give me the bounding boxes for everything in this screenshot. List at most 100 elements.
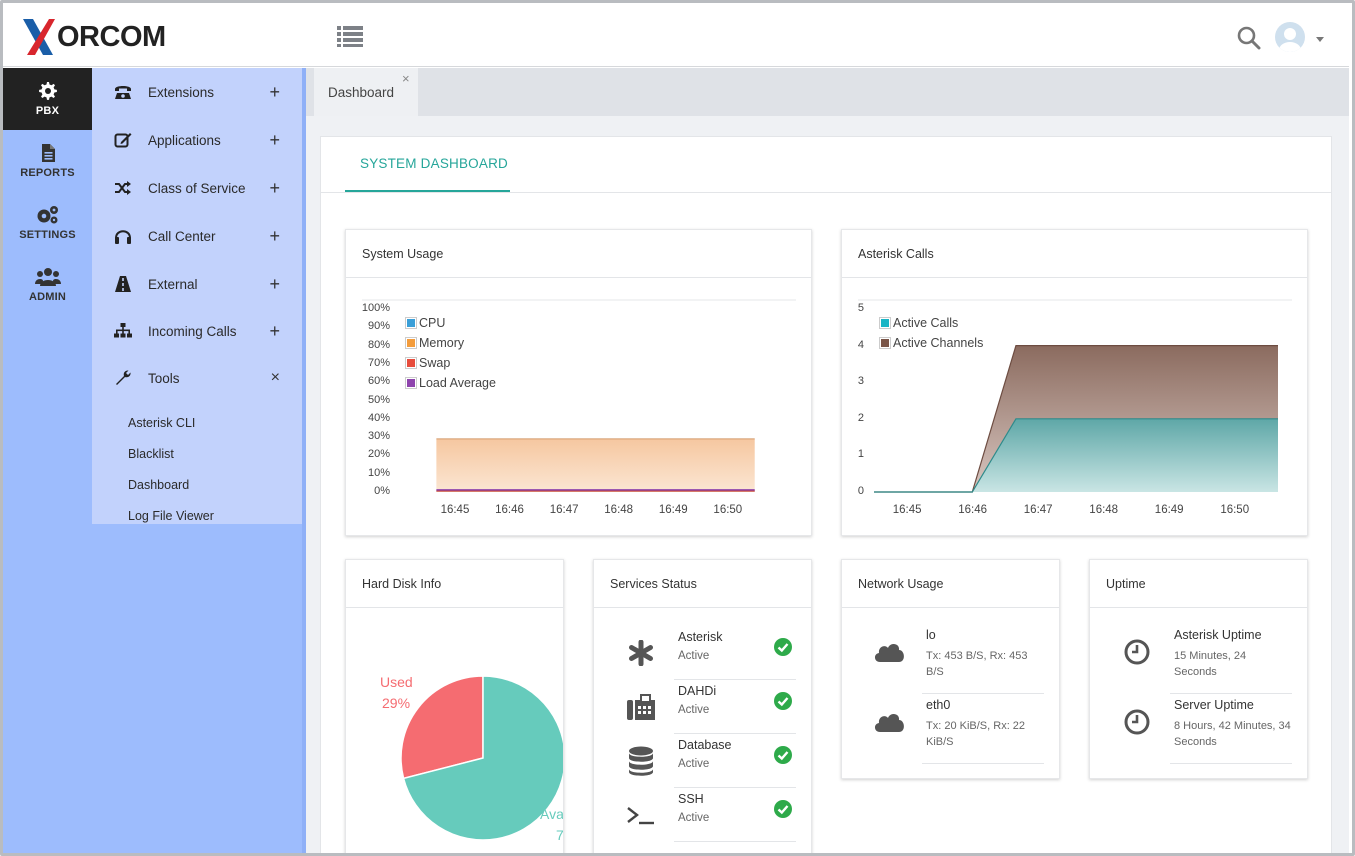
x-tick-label: 16:45 xyxy=(892,504,922,516)
service-status: Active xyxy=(678,650,710,662)
uptime-row-server: Server Uptime 8 Hours, 42 Minutes, 34 Se… xyxy=(1110,694,1300,764)
legend-label: CPU xyxy=(419,316,446,330)
asterisk-calls-chart xyxy=(858,299,1292,493)
services-status-card: Services Status Asterisk Active DAHDi Ac… xyxy=(593,559,812,856)
y-tick-label: 4 xyxy=(857,338,864,351)
legend-item-swap[interactable]: Swap xyxy=(405,356,451,370)
x-tick-label: 16:45 xyxy=(440,504,470,516)
submenu-item-external[interactable]: External + xyxy=(92,260,302,308)
x-tick-label: 16:50 xyxy=(713,504,743,516)
submenu-label: External xyxy=(148,276,198,292)
rail-item-settings[interactable]: SETTINGS xyxy=(3,192,92,254)
y-tick-label: 90% xyxy=(367,320,390,333)
y-tick-label: 100% xyxy=(361,302,390,314)
xorcom-x-mark xyxy=(23,19,55,55)
interface-traffic: Tx: 453 B/S, Rx: 453 B/S xyxy=(926,650,1028,678)
service-row-ssh: SSH Active xyxy=(614,788,796,842)
uptime-row-asterisk: Asterisk Uptime 15 Minutes, 24 Seconds xyxy=(1110,624,1300,694)
x-tick-label: 16:47 xyxy=(549,504,579,516)
headset-icon xyxy=(114,227,132,245)
uptime-name: Server Uptime xyxy=(1174,698,1254,712)
expand-icon[interactable]: + xyxy=(269,178,280,199)
x-tick-label: 16:50 xyxy=(1220,504,1250,516)
check-circle-icon xyxy=(774,692,792,710)
network-usage-card: Network Usage lo Tx: 453 B/S, Rx: 453 B/… xyxy=(841,559,1060,779)
cloud-icon xyxy=(874,714,904,732)
legend-label: Load Average xyxy=(419,376,496,390)
y-tick-label: 2 xyxy=(857,411,864,424)
divider xyxy=(1170,763,1292,764)
expand-icon[interactable]: + xyxy=(269,321,280,342)
network-row-eth0: eth0 Tx: 20 KiB/S, Rx: 22 KiB/S xyxy=(862,694,1052,764)
submenu-item-applications[interactable]: Applications + xyxy=(92,116,302,164)
collapse-icon[interactable]: × xyxy=(271,369,280,387)
service-name: DAHDi xyxy=(678,684,717,698)
submenu-label: Incoming Calls xyxy=(148,323,237,339)
rail-item-admin[interactable]: ADMIN xyxy=(3,254,92,316)
x-tick-label: 16:49 xyxy=(1154,504,1184,516)
tab-label: Dashboard xyxy=(328,85,395,100)
legend-item-memory[interactable]: Memory xyxy=(405,336,464,350)
divider xyxy=(321,192,1331,193)
wrench-icon xyxy=(114,369,132,387)
card-title: Services Status xyxy=(610,577,697,591)
x-tick-label: 16:46 xyxy=(495,504,524,516)
system-usage-card: System Usage 100% 90% 80% 70% 60% 50% 40% 30% 20… xyxy=(345,229,812,536)
service-status: Active xyxy=(678,812,710,824)
close-icon[interactable]: × xyxy=(402,71,410,86)
divider xyxy=(1090,607,1307,608)
legend-item-load-average[interactable]: Load Average xyxy=(405,376,496,390)
search-icon[interactable] xyxy=(1237,26,1261,50)
pie-label-used: Used xyxy=(380,674,413,690)
tools-item-asterisk-cli[interactable]: Asterisk CLI xyxy=(128,416,195,430)
legend-swatch xyxy=(879,317,891,329)
xorcom-logo[interactable]: ORCOM xyxy=(21,15,166,59)
service-row-asterisk: Asterisk Active xyxy=(614,626,796,680)
y-tick-label: 10% xyxy=(367,466,390,479)
tools-item-dashboard[interactable]: Dashboard xyxy=(128,478,189,492)
service-row-dahdi: DAHDi Active xyxy=(614,680,796,734)
expand-icon[interactable]: + xyxy=(269,130,280,151)
submenu-item-incoming-calls[interactable]: Incoming Calls + xyxy=(92,307,302,355)
rail-item-reports[interactable]: REPORTS xyxy=(3,130,92,192)
submenu-label: Class of Service xyxy=(148,180,246,196)
gears-icon xyxy=(37,206,58,224)
legend-swatch xyxy=(405,357,417,369)
submenu-item-class-of-service[interactable]: Class of Service + xyxy=(92,164,302,212)
submenu-item-call-center[interactable]: Call Center + xyxy=(92,212,302,260)
shuffle-icon xyxy=(114,179,132,197)
card-title: Uptime xyxy=(1106,577,1146,591)
user-avatar[interactable] xyxy=(1275,22,1305,52)
tools-item-blacklist[interactable]: Blacklist xyxy=(128,447,174,461)
legend-label: Swap xyxy=(419,356,451,370)
uptime-card: Uptime Asterisk Uptime 15 Minutes, 24 Se… xyxy=(1089,559,1308,779)
asterisk-icon xyxy=(626,638,656,668)
x-tick-label: 16:47 xyxy=(1023,504,1053,516)
submenu-label: Tools xyxy=(148,370,180,386)
rail-label-reports: REPORTS xyxy=(20,167,75,179)
module-rail: PBX REPORTS SETTINGS ADMIN xyxy=(3,68,92,853)
legend-item-active-calls[interactable]: Active Calls xyxy=(879,316,958,330)
edit-icon xyxy=(114,131,132,149)
submenu-label: Call Center xyxy=(148,228,216,244)
expand-icon[interactable]: + xyxy=(269,82,280,103)
y-tick-label: 40% xyxy=(367,411,390,424)
legend-item-active-channels[interactable]: Active Channels xyxy=(879,336,983,350)
tab-system-dashboard[interactable]: SYSTEM DASHBOARD xyxy=(345,137,510,192)
active-calls-area xyxy=(874,418,1278,492)
y-tick-label: 1 xyxy=(857,448,864,461)
legend-item-cpu[interactable]: CPU xyxy=(405,316,446,330)
caret-down-icon[interactable] xyxy=(1316,37,1324,42)
x-tick-label: 16:48 xyxy=(604,504,634,516)
menu-list-icon[interactable] xyxy=(337,25,363,47)
users-icon xyxy=(34,268,61,286)
rail-item-pbx[interactable]: PBX xyxy=(3,68,92,130)
submenu-item-extensions[interactable]: Extensions + xyxy=(92,68,302,116)
expand-icon[interactable]: + xyxy=(269,226,280,247)
submenu-item-tools[interactable]: Tools × xyxy=(92,354,302,402)
tools-item-log-file-viewer[interactable]: Log File Viewer xyxy=(128,509,214,523)
y-tick-label: 30% xyxy=(367,430,390,443)
expand-icon[interactable]: + xyxy=(269,274,280,295)
service-name: Database xyxy=(678,738,732,752)
service-name: SSH xyxy=(678,792,704,806)
